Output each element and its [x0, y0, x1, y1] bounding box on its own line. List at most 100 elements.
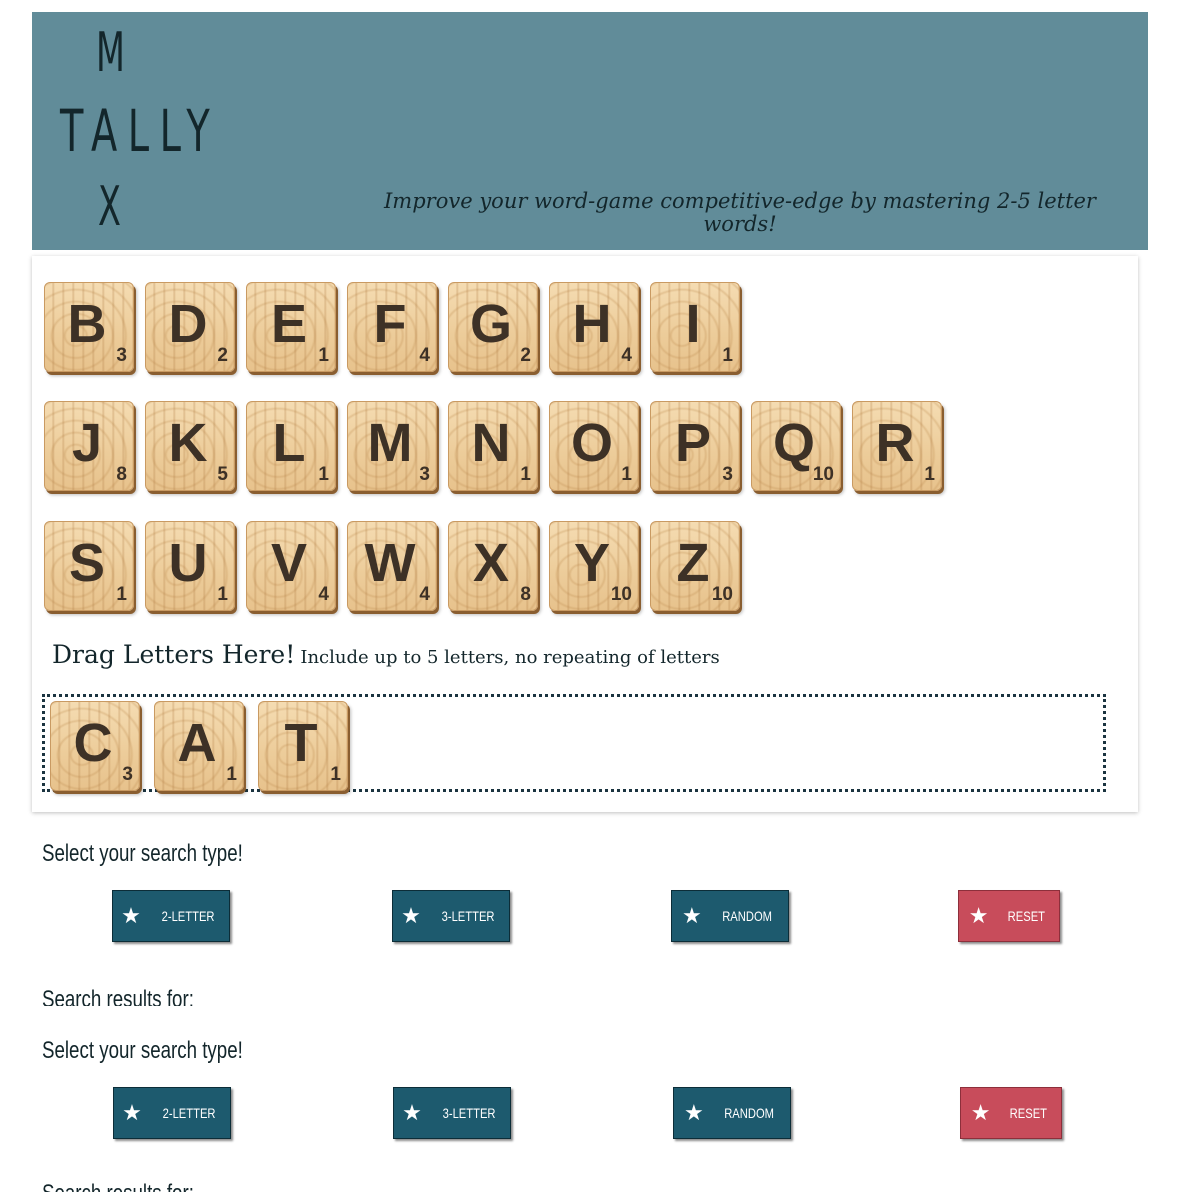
letter-drop-zone[interactable]: C3A1T1 [42, 694, 1106, 792]
letter-tile[interactable]: G2 [448, 282, 538, 372]
tile-letter: N [471, 413, 511, 473]
tile-points: 4 [419, 584, 430, 605]
letter-tile[interactable]: D2 [145, 282, 235, 372]
tile-points: 1 [330, 764, 341, 785]
logo-letter-bottom: X [98, 175, 121, 238]
tile-letter: I [685, 294, 701, 354]
tile-letter: B [67, 294, 107, 354]
tile-points: 2 [520, 345, 531, 366]
tile-points: 4 [621, 345, 632, 366]
letter-tile[interactable]: M3 [347, 401, 437, 491]
star-icon: ★ [121, 903, 141, 928]
letter-tile[interactable]: Z 10 [650, 521, 740, 611]
tile-points: 10 [711, 584, 733, 605]
tile-letter: X [472, 533, 510, 593]
drag-subtext: Include up to 5 letters, no repeating of… [300, 647, 720, 668]
random-button-repeat[interactable]: ★ Random [673, 1087, 791, 1139]
logo-letter-top: M [96, 21, 125, 84]
letter-tile[interactable]: A1 [154, 701, 244, 791]
tile-points: 2 [217, 345, 228, 366]
tile-points: 10 [610, 584, 632, 605]
two-letter-button[interactable]: ★ 2-Letter [112, 890, 230, 942]
search-type-title: Select your search type! [42, 840, 243, 867]
tile-letter: P [674, 413, 712, 473]
tile-letter: Y [573, 533, 611, 593]
letter-tile[interactable]: W4 [347, 521, 437, 611]
search-results-label-repeat: Search results for: [42, 1180, 194, 1192]
letter-tile[interactable]: E1 [246, 282, 336, 372]
tile-points: 1 [722, 345, 733, 366]
three-letter-button-repeat[interactable]: ★ 3-Letter [393, 1087, 511, 1139]
tile-letter: U [168, 533, 208, 593]
tile-letter: H [572, 294, 612, 354]
star-icon: ★ [968, 903, 989, 928]
star-icon: ★ [402, 1100, 422, 1125]
letter-tile[interactable]: B3 [44, 282, 134, 372]
drag-heading: Drag Letters Here! [52, 640, 296, 669]
letter-tile[interactable]: H4 [549, 282, 639, 372]
letter-tile[interactable]: V4 [246, 521, 336, 611]
letter-tile[interactable]: Y 10 [549, 521, 639, 611]
tile-points: 1 [217, 584, 228, 605]
letter-tile[interactable]: N1 [448, 401, 538, 491]
tile-letter: G [469, 294, 512, 354]
reset-button[interactable]: ★ Reset [958, 890, 1060, 942]
letter-tile[interactable]: X8 [448, 521, 538, 611]
letter-tile[interactable]: L1 [246, 401, 336, 491]
tile-points: 1 [621, 464, 632, 485]
tile-row-3: S 1 U 1 V 4 W 4 X 8 Y 10 Z 10 [44, 521, 740, 611]
tile-letter: Z [676, 533, 710, 593]
tile-letter: F [373, 294, 407, 354]
tile-letter: W [364, 533, 416, 593]
random-button[interactable]: ★ Random [671, 890, 789, 942]
logo-word: TALLY [60, 97, 221, 165]
tile-letter: D [168, 294, 208, 354]
letter-tile[interactable]: T1 [258, 701, 348, 791]
tile-row-1: B3D2E1F4G2H4I1 [44, 282, 740, 372]
reset-button-repeat[interactable]: ★ Reset [960, 1087, 1062, 1139]
letter-tile[interactable]: R1 [852, 401, 942, 491]
star-icon: ★ [401, 903, 421, 928]
star-icon: ★ [682, 903, 702, 928]
tile-points: 3 [722, 464, 733, 485]
tile-points: 4 [419, 345, 430, 366]
letter-tile[interactable]: U1 [145, 521, 235, 611]
tile-letter: R [875, 413, 915, 473]
tile-letter: T [284, 713, 318, 773]
tile-points: 8 [116, 464, 127, 485]
three-letter-button[interactable]: ★ 3-Letter [392, 890, 510, 942]
tile-letter: Q [772, 413, 815, 473]
tile-letter: C [73, 713, 113, 773]
tile-points: 3 [122, 764, 133, 785]
tile-points: 4 [318, 584, 329, 605]
tile-letter: O [570, 413, 613, 473]
star-icon: ★ [684, 1100, 704, 1125]
letter-tile[interactable]: F4 [347, 282, 437, 372]
two-letter-button-repeat[interactable]: ★ 2-Letter [113, 1087, 231, 1139]
letter-tile[interactable]: O1 [549, 401, 639, 491]
tile-letter: J [71, 413, 103, 473]
letter-tile[interactable]: I1 [650, 282, 740, 372]
letter-tile[interactable]: Q 10 [751, 401, 841, 491]
search-results-label: Search results for: [42, 986, 194, 1006]
search-type-title-repeat: Select your search type! [42, 1037, 243, 1064]
site-header: M TALLY X Improve your word-game competi… [32, 12, 1148, 250]
tile-letter: V [270, 533, 308, 593]
tagline: Improve your word-game competitive-edge … [384, 189, 1096, 236]
letter-tile[interactable]: C3 [50, 701, 140, 791]
letter-tile[interactable]: K5 [145, 401, 235, 491]
tile-points: 8 [520, 584, 531, 605]
dropped-tiles: C3A1T1 [50, 701, 348, 791]
tile-letter: E [270, 294, 308, 354]
tile-points: 1 [116, 584, 127, 605]
tile-points: 1 [924, 464, 935, 485]
letter-tile[interactable]: J8 [44, 401, 134, 491]
letter-tile[interactable]: S1 [44, 521, 134, 611]
tile-points: 1 [318, 345, 329, 366]
tile-points: 1 [318, 464, 329, 485]
letter-tile[interactable]: P3 [650, 401, 740, 491]
tile-letter: M [367, 413, 413, 473]
star-icon: ★ [122, 1100, 142, 1125]
tile-points: 1 [520, 464, 531, 485]
tile-letter: S [68, 533, 106, 593]
